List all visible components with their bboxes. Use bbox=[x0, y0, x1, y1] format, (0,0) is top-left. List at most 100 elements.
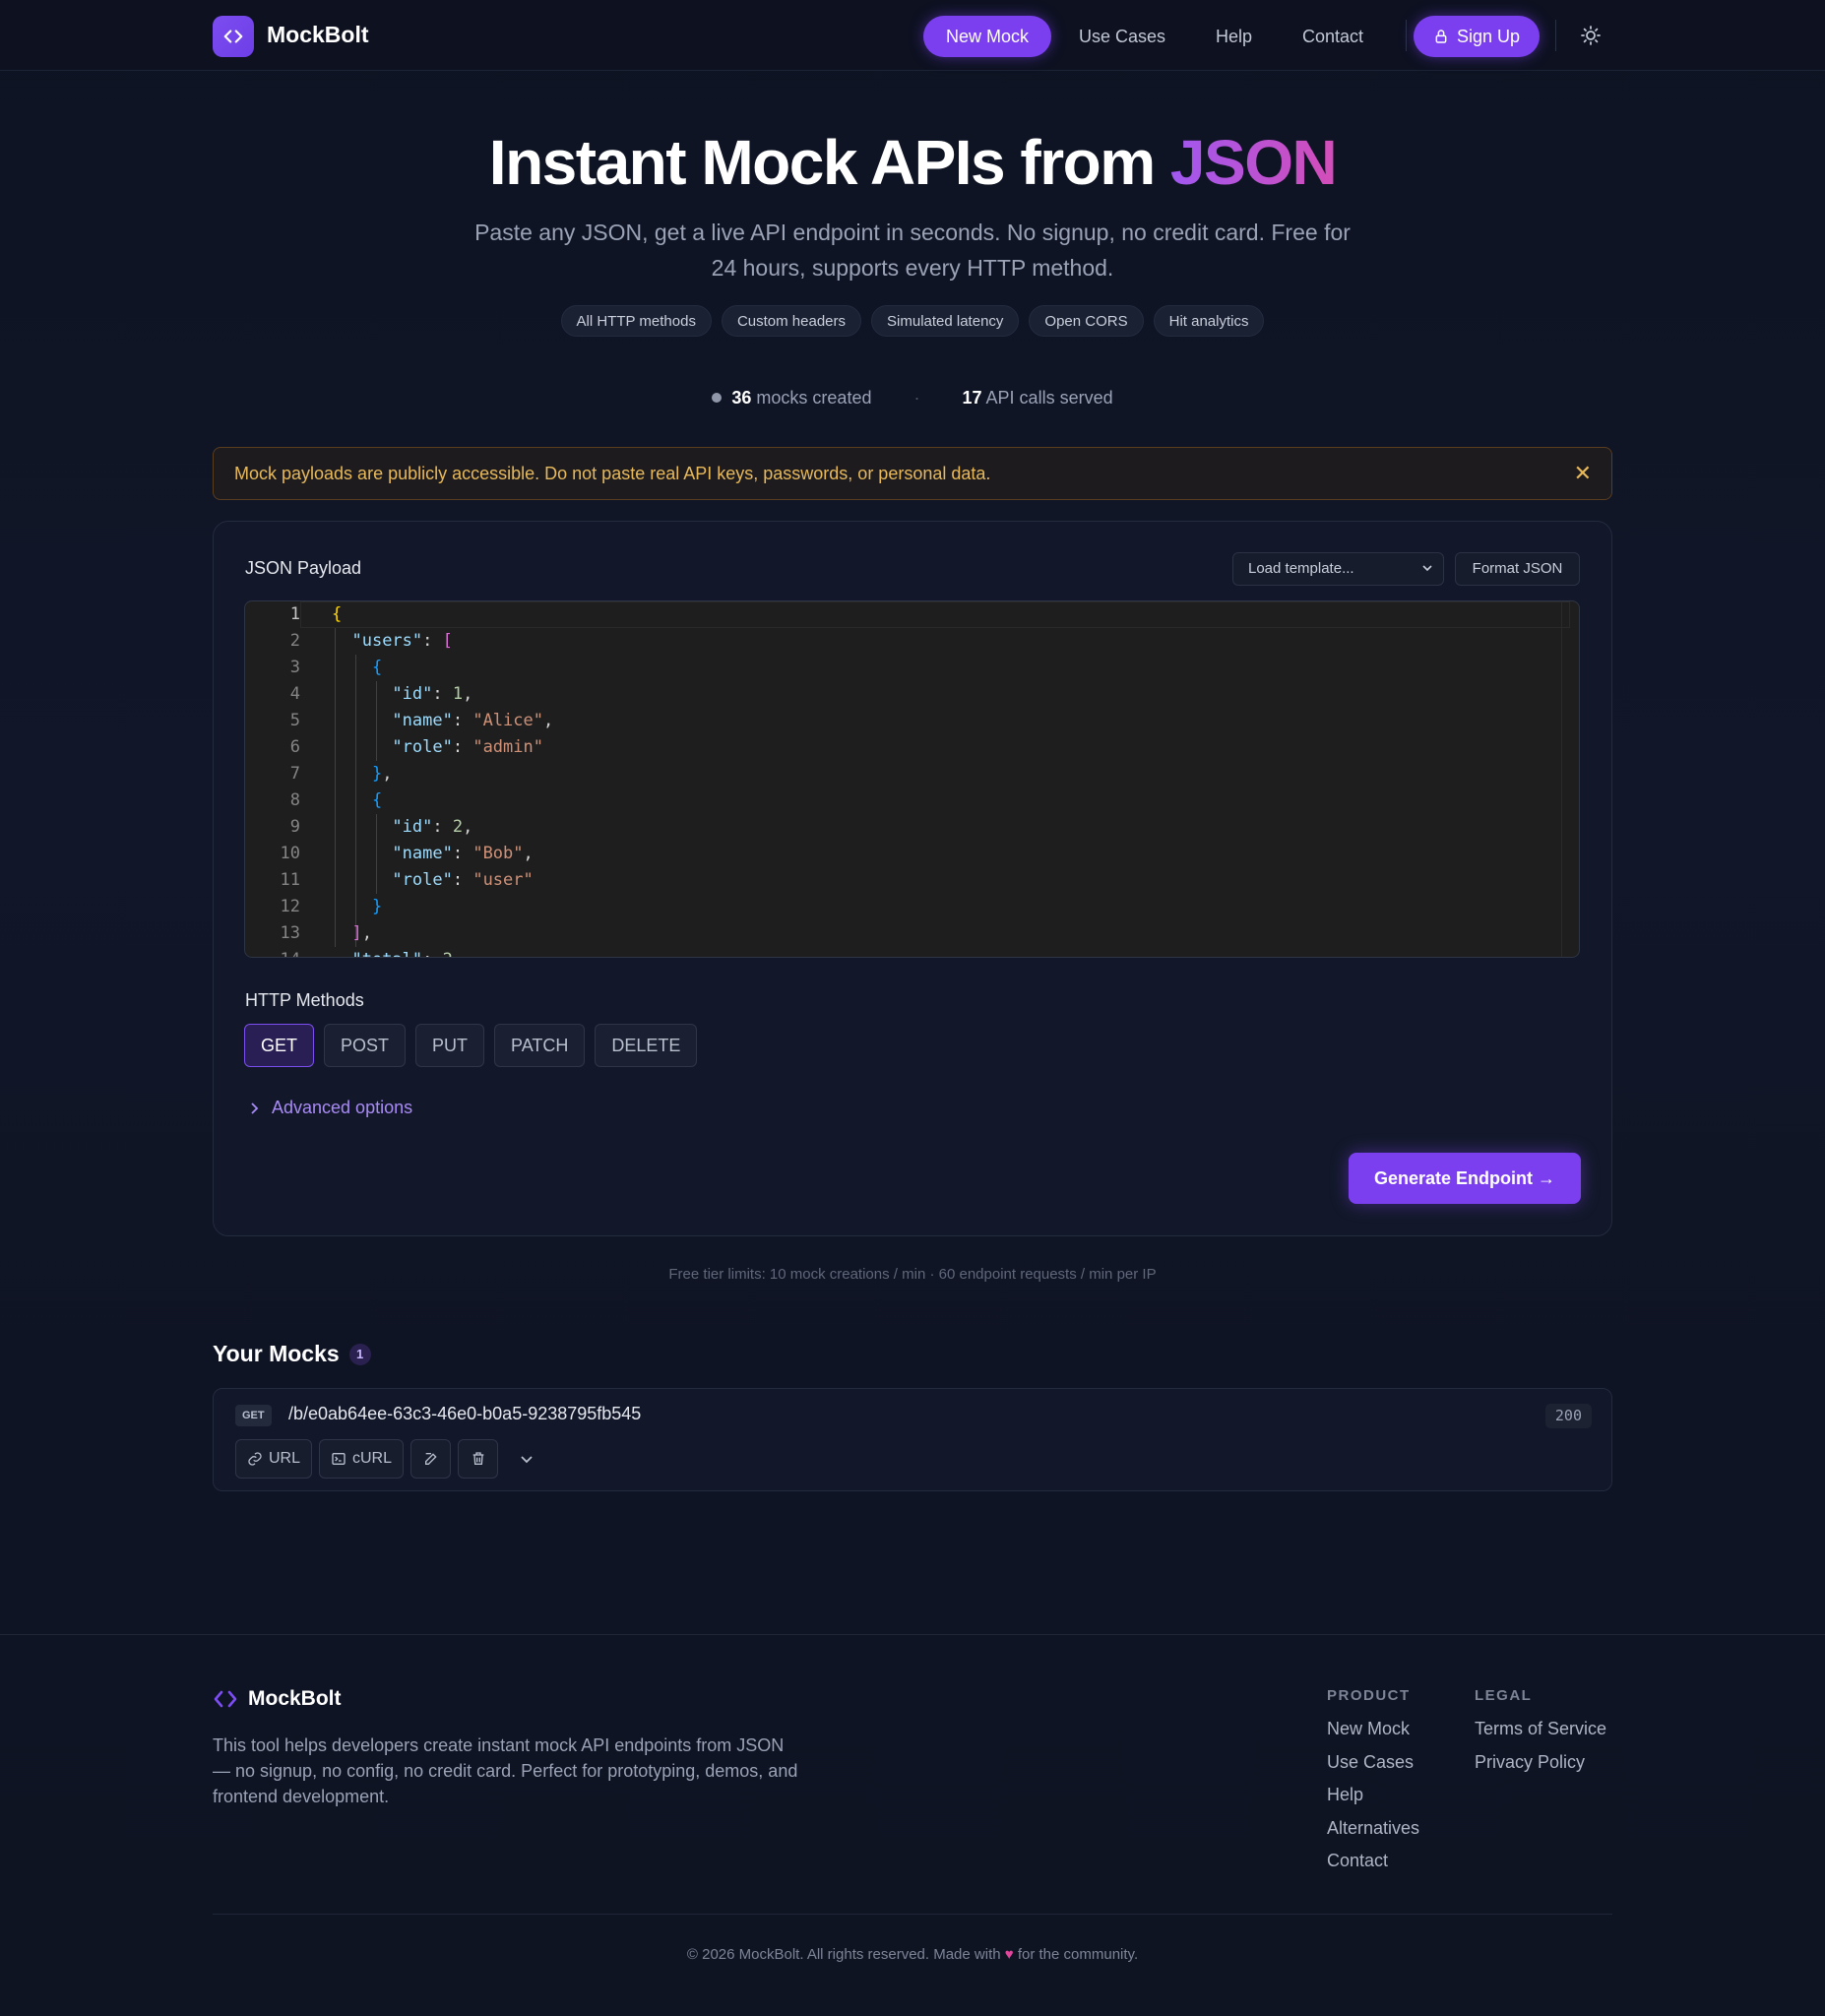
footer-link-new-mock[interactable]: New Mock bbox=[1327, 1719, 1410, 1739]
mocks-label: mocks created bbox=[756, 388, 872, 408]
theme-toggle[interactable] bbox=[1579, 24, 1603, 47]
footer-link-contact[interactable]: Contact bbox=[1327, 1851, 1388, 1871]
calls-label: API calls served bbox=[985, 388, 1113, 408]
mocks-count-badge: 1 bbox=[348, 1344, 371, 1365]
method-delete-button[interactable]: DELETE bbox=[595, 1024, 698, 1067]
method-badge: GET bbox=[235, 1405, 272, 1426]
warning-text: Mock payloads are publicly accessible. D… bbox=[234, 464, 991, 483]
code-icon bbox=[214, 1690, 237, 1708]
code-line: "id": 1, bbox=[392, 684, 473, 704]
top-navbar: MockBolt New Mock Use Cases Help Contact… bbox=[0, 0, 1825, 71]
footer-legal-heading: LEGAL bbox=[1475, 1687, 1533, 1704]
line-number: 9 bbox=[289, 817, 300, 837]
footer-link-terms[interactable]: Terms of Service bbox=[1475, 1719, 1606, 1739]
line-number: 14 bbox=[245, 947, 300, 957]
calls-count: 17 bbox=[962, 388, 982, 408]
terminal-icon bbox=[332, 1453, 346, 1465]
line-number: 1 bbox=[289, 604, 300, 624]
line-number: 5 bbox=[289, 711, 300, 730]
template-select-value: Load template... bbox=[1248, 560, 1354, 577]
line-number: 7 bbox=[289, 764, 300, 784]
line-numbers: 1 2 3 4 5 6 7 8 9 10 11 12 13 14 bbox=[245, 601, 300, 957]
copy-url-button[interactable]: URL bbox=[235, 1439, 312, 1479]
link-icon bbox=[248, 1452, 262, 1466]
advanced-options-label: Advanced options bbox=[272, 1098, 413, 1117]
nav-use-cases[interactable]: Use Cases bbox=[1079, 16, 1165, 57]
code-line: }, bbox=[371, 764, 393, 784]
nav-new-mock[interactable]: New Mock bbox=[923, 16, 1051, 57]
code-line: "total": 2 bbox=[332, 947, 553, 957]
code-line: "name": "Bob", bbox=[392, 844, 534, 863]
nav-divider-2 bbox=[1555, 20, 1556, 51]
template-select[interactable]: Load template... bbox=[1232, 552, 1444, 586]
editor-scrollbar[interactable] bbox=[1561, 601, 1579, 957]
brand-name[interactable]: MockBolt bbox=[267, 22, 369, 48]
logo[interactable] bbox=[213, 16, 254, 57]
code-icon bbox=[223, 30, 243, 43]
code-line: "role": "user" bbox=[392, 870, 534, 890]
copy-curl-button[interactable]: cURL bbox=[319, 1439, 404, 1479]
line-number: 4 bbox=[289, 684, 300, 704]
footer-link-privacy[interactable]: Privacy Policy bbox=[1475, 1752, 1585, 1773]
hero-title: Instant Mock APIs from JSON bbox=[0, 126, 1825, 199]
rate-limits-note: Free tier limits: 10 mock creations / mi… bbox=[668, 1266, 1157, 1283]
footer-link-use-cases[interactable]: Use Cases bbox=[1327, 1752, 1414, 1773]
chevron-right-icon bbox=[251, 1102, 259, 1114]
line-number: 6 bbox=[289, 737, 300, 757]
feature-tag: Hit analytics bbox=[1153, 305, 1265, 337]
chevron-down-icon bbox=[1421, 553, 1433, 597]
generate-endpoint-button[interactable]: Generate Endpoint → bbox=[1349, 1153, 1581, 1204]
feature-tag: Custom headers bbox=[721, 305, 862, 337]
format-json-button[interactable]: Format JSON bbox=[1455, 552, 1580, 586]
nav-help[interactable]: Help bbox=[1216, 16, 1252, 57]
code-line: { bbox=[371, 790, 383, 810]
edit-button[interactable] bbox=[410, 1439, 451, 1479]
json-payload-label: JSON Payload bbox=[245, 558, 362, 578]
close-icon[interactable]: ✕ bbox=[1574, 448, 1592, 499]
nav-divider bbox=[1406, 20, 1407, 51]
copyright: © 2026 MockBolt. All rights reserved. Ma… bbox=[0, 1946, 1825, 1963]
method-patch-button[interactable]: PATCH bbox=[494, 1024, 586, 1067]
nav-contact[interactable]: Contact bbox=[1302, 16, 1363, 57]
signup-button[interactable]: Sign Up bbox=[1414, 16, 1540, 57]
code-line: { bbox=[332, 604, 343, 624]
mock-path[interactable]: /b/e0ab64ee-63c3-46e0-b0a5-9238795fb545 bbox=[288, 1404, 641, 1424]
footer-link-alternatives[interactable]: Alternatives bbox=[1327, 1818, 1419, 1839]
copyright-post: for the community. bbox=[1017, 1946, 1139, 1963]
warning-banner: Mock payloads are publicly accessible. D… bbox=[213, 447, 1612, 500]
lock-icon bbox=[1435, 30, 1447, 43]
code-line: "id": 2, bbox=[392, 817, 473, 837]
line-number: 3 bbox=[289, 658, 300, 677]
footer-description: This tool helps developers create instan… bbox=[213, 1735, 798, 1806]
method-post-button[interactable]: POST bbox=[324, 1024, 407, 1067]
feature-tag: Open CORS bbox=[1029, 305, 1144, 337]
line-number: 8 bbox=[289, 790, 300, 810]
line-number: 11 bbox=[280, 870, 300, 890]
line-number: 13 bbox=[280, 923, 300, 943]
heart-icon: ♥ bbox=[1004, 1946, 1014, 1963]
mocks-count: 36 bbox=[731, 388, 752, 408]
footer-link-help[interactable]: Help bbox=[1327, 1785, 1363, 1805]
line-number: 12 bbox=[280, 897, 300, 916]
footer-brand[interactable]: MockBolt bbox=[213, 1687, 342, 1711]
feature-tag: All HTTP methods bbox=[560, 305, 712, 337]
method-selector: GET POST PUT PATCH DELETE bbox=[244, 1024, 698, 1067]
footer-divider bbox=[0, 1634, 1825, 1635]
advanced-options-toggle[interactable]: Advanced options bbox=[246, 1098, 412, 1118]
code-line: { bbox=[371, 658, 383, 677]
line-number: 10 bbox=[280, 844, 300, 863]
json-editor[interactable]: 1 2 3 4 5 6 7 8 9 10 11 12 13 14 { "user… bbox=[244, 600, 1580, 958]
code-line: "name": "Alice", bbox=[392, 711, 554, 730]
method-put-button[interactable]: PUT bbox=[415, 1024, 485, 1067]
footer-divider-2 bbox=[213, 1914, 1612, 1915]
sun-icon bbox=[1581, 26, 1601, 45]
method-get-button[interactable]: GET bbox=[244, 1024, 315, 1067]
hero-title-accent: JSON bbox=[1169, 127, 1338, 198]
chevron-down-icon bbox=[521, 1456, 533, 1464]
http-methods-label: HTTP Methods bbox=[245, 990, 364, 1010]
delete-button[interactable] bbox=[458, 1439, 498, 1479]
signup-label: Sign Up bbox=[1456, 27, 1521, 46]
edit-icon bbox=[424, 1453, 437, 1465]
expand-toggle[interactable] bbox=[517, 1449, 536, 1469]
hero-title-main: Instant Mock APIs from bbox=[488, 127, 1170, 198]
